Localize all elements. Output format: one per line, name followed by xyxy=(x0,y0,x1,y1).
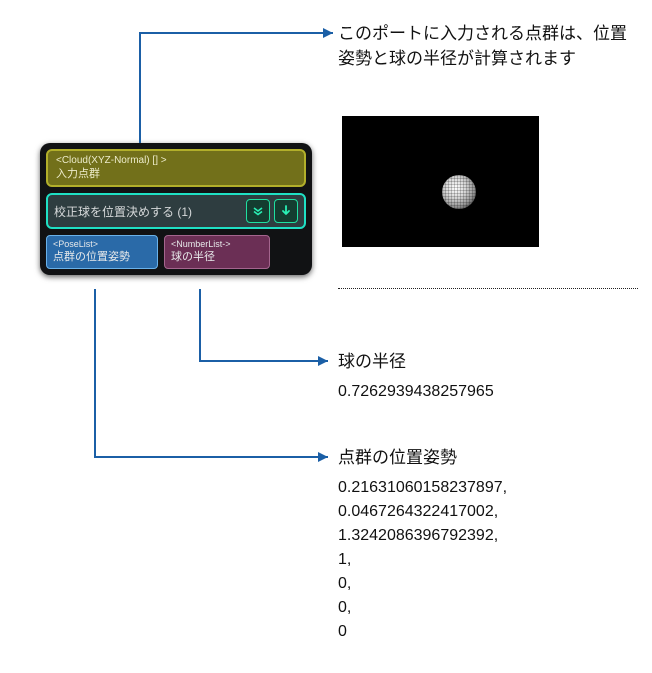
node-title: 校正球を位置決めする (1) xyxy=(54,199,240,223)
pose-value-line: 0, xyxy=(338,596,507,620)
separator-dotted xyxy=(338,288,638,289)
output-port-pose-label: 点群の位置姿勢 xyxy=(53,251,151,265)
output-port-number-label: 球の半径 xyxy=(171,251,263,265)
input-port[interactable]: <Cloud(XYZ-Normal) [] > 入力点群 xyxy=(46,149,306,187)
input-port-type: <Cloud(XYZ-Normal) [] > xyxy=(56,155,296,168)
annotation-radius-value: 0.7262939438257965 xyxy=(338,380,494,403)
sphere-preview xyxy=(442,175,476,209)
arrow-down-icon xyxy=(280,205,292,217)
pose-value-line: 0 xyxy=(338,620,507,644)
annotation-radius-heading: 球の半径 xyxy=(338,350,598,375)
annotation-input: このポートに入力される点群は、位置姿勢と球の半径が計算されます xyxy=(338,22,638,71)
annotation-pose-values: 0.21631060158237897,0.0467264322417002,1… xyxy=(338,476,507,644)
node-title-row: 校正球を位置決めする (1) xyxy=(46,193,306,229)
output-port-number-type: <NumberList-> xyxy=(171,239,263,250)
chevrons-down-icon xyxy=(252,205,264,217)
expand-button[interactable] xyxy=(246,199,270,223)
pose-value-line: 0.0467264322417002, xyxy=(338,500,507,524)
pose-value-line: 1.3242086396792392, xyxy=(338,524,507,548)
graph-node: <Cloud(XYZ-Normal) [] > 入力点群 校正球を位置決めする … xyxy=(40,143,312,275)
node-title-buttons xyxy=(246,199,298,223)
annotation-pose-heading: 点群の位置姿勢 xyxy=(338,446,598,471)
output-port-pose-type: <PoseList> xyxy=(53,239,151,250)
preview-thumbnail xyxy=(342,116,539,247)
download-button[interactable] xyxy=(274,199,298,223)
connector-overlay xyxy=(0,0,652,673)
pose-value-line: 0, xyxy=(338,572,507,596)
pose-value-line: 0.21631060158237897, xyxy=(338,476,507,500)
output-port-number[interactable]: <NumberList-> 球の半径 xyxy=(164,235,270,269)
output-port-pose[interactable]: <PoseList> 点群の位置姿勢 xyxy=(46,235,158,269)
pose-value-line: 1, xyxy=(338,548,507,572)
input-port-label: 入力点群 xyxy=(56,168,296,182)
output-ports: <PoseList> 点群の位置姿勢 <NumberList-> 球の半径 xyxy=(46,235,306,269)
